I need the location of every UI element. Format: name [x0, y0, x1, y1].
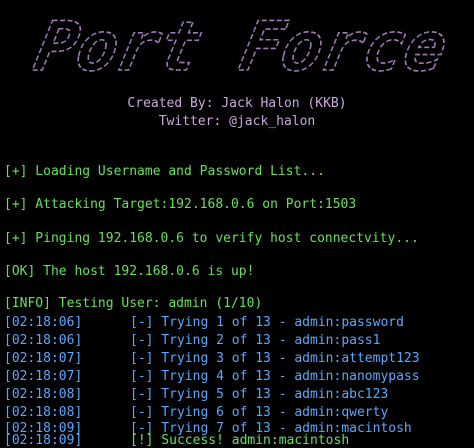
- status-line-testing-user: [INFO] Testing User: admin (1/10): [4, 296, 263, 311]
- attempt-row: [02:18:07] [-] Trying 4 of 13 - admin:na…: [4, 369, 420, 385]
- attempt-row: [02:18:06] [-] Trying 2 of 13 - admin:pa…: [4, 333, 380, 349]
- attempt-timestamp: [02:18:06]: [4, 315, 83, 330]
- success-row: [02:18:09] [!] Success! admin:macintosh: [4, 433, 349, 448]
- attempt-row: [02:18:06] [-] Trying 1 of 13 - admin:pa…: [4, 315, 404, 331]
- attempt-timestamp: [02:18:08]: [4, 405, 83, 420]
- twitter-handle-text: Twitter: @jack_halon: [158, 114, 316, 129]
- created-by-text: Created By: Jack Halon (KKB): [127, 96, 347, 111]
- success-message: [!] Success! admin:macintosh: [130, 433, 350, 448]
- banner-title: Port Force: [28, 8, 454, 87]
- attempt-row: [02:18:08] [-] Trying 6 of 13 - admin:qw…: [4, 405, 388, 421]
- attempt-row: [02:18:07] [-] Trying 3 of 13 - admin:at…: [4, 351, 420, 367]
- attempt-message: [-] Trying 3 of 13 - admin:attempt123: [130, 351, 420, 366]
- attempt-message: [-] Trying 2 of 13 - admin:pass1: [130, 333, 381, 348]
- attempt-timestamp: [02:18:07]: [4, 351, 83, 366]
- success-timestamp: [02:18:09]: [4, 433, 83, 448]
- attempt-timestamp: [02:18:07]: [4, 369, 83, 384]
- attempt-message: [-] Trying 6 of 13 - admin:qwerty: [130, 405, 389, 420]
- status-line-pinging: [+] Pinging 192.168.0.6 to verify host c…: [4, 231, 419, 246]
- attempt-row: [02:18:08] [-] Trying 5 of 13 - admin:ab…: [4, 387, 388, 403]
- status-line-attacking: [+] Attacking Target:192.168.0.6 on Port…: [4, 197, 357, 212]
- attempt-timestamp: [02:18:06]: [4, 333, 83, 348]
- status-line-host-up: [OK] The host 192.168.0.6 is up!: [4, 264, 255, 279]
- terminal-window[interactable]: Port Force Created By: Jack Halon (KKB) …: [0, 0, 474, 448]
- attempt-message: [-] Trying 1 of 13 - admin:password: [130, 315, 404, 330]
- attempt-timestamp: [02:18:08]: [4, 387, 83, 402]
- status-line-loading: [+] Loading Username and Password List..…: [4, 164, 325, 179]
- attempt-message: [-] Trying 5 of 13 - admin:abc123: [130, 387, 389, 402]
- ascii-banner: Port Force: [28, 7, 456, 88]
- attempt-message: [-] Trying 4 of 13 - admin:nanomypass: [130, 369, 420, 384]
